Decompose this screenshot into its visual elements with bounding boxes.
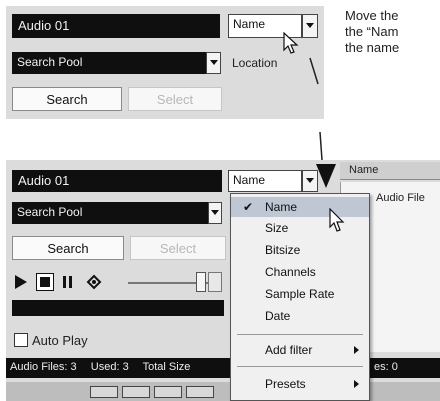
autoplay-checkbox[interactable] <box>14 333 28 347</box>
menu-item-name[interactable]: ✔ Name <box>231 197 369 217</box>
top-pool-select-arrow[interactable] <box>206 52 221 74</box>
bottom-toolbar-strip <box>6 382 440 401</box>
menu-item-label: Sample Rate <box>265 287 335 301</box>
menu-separator <box>237 366 363 367</box>
top-select-button[interactable]: Select <box>128 87 222 111</box>
progress-display <box>12 300 224 316</box>
menu-item-sample-rate[interactable]: Sample Rate <box>231 284 369 304</box>
menu-item-date[interactable]: Date <box>231 306 369 326</box>
toolbar-widget-1[interactable] <box>90 386 118 398</box>
volume-slider-end <box>208 272 222 292</box>
bottom-pool-select[interactable]: Search Pool <box>12 202 208 224</box>
bottom-select-button[interactable]: Select <box>130 236 226 260</box>
callout-arrow-icon <box>316 164 336 188</box>
chevron-down-icon <box>306 178 314 183</box>
chevron-down-icon <box>306 23 314 28</box>
toolbar-widget-4[interactable] <box>186 386 214 398</box>
menu-item-label: Date <box>265 309 291 323</box>
bottom-search-button[interactable]: Search <box>12 236 124 260</box>
top-column-select-arrow[interactable] <box>302 14 318 38</box>
results-audio-file-header: Audio File <box>376 192 425 204</box>
menu-item-bitsize[interactable]: Bitsize <box>231 240 369 260</box>
top-name-field[interactable]: Audio 01 <box>12 14 220 38</box>
caption-line-1: Move the <box>345 8 399 23</box>
menu-item-label: Bitsize <box>265 243 301 257</box>
menu-item-label: Size <box>265 221 289 235</box>
status-used: Used: 3 <box>90 361 129 373</box>
bottom-column-select[interactable]: Name <box>228 170 302 192</box>
stop-icon[interactable] <box>36 273 54 291</box>
submenu-arrow-icon <box>354 346 359 354</box>
caption-line-3: the name <box>345 40 400 55</box>
menu-item-label: Channels <box>265 265 316 279</box>
bottom-name-field[interactable]: Audio 01 <box>12 170 222 192</box>
submenu-arrow-icon <box>354 380 359 388</box>
top-search-button[interactable]: Search <box>12 87 122 111</box>
menu-item-label: Add filter <box>265 343 313 357</box>
toolbar-widget-3[interactable] <box>154 386 182 398</box>
menu-item-label: Name <box>265 200 298 214</box>
menu-item-add-filter[interactable]: Add filter <box>231 340 369 360</box>
toolbar-widget-2[interactable] <box>122 386 150 398</box>
mouse-pointer-icon <box>329 208 345 232</box>
chevron-down-icon <box>209 60 218 65</box>
autoplay-label: Auto Play <box>32 333 88 348</box>
menu-item-size[interactable]: Size <box>231 218 369 238</box>
status-audio-files: Audio Files: 3 <box>10 361 77 373</box>
location-label: Location <box>232 56 278 70</box>
menu-item-presets[interactable]: Presets <box>231 374 369 394</box>
pause-icon[interactable] <box>62 275 74 289</box>
volume-slider-handle[interactable] <box>196 272 206 292</box>
caption-line-2: the “Nam <box>345 24 399 39</box>
status-total-size: Total Size <box>142 361 191 373</box>
check-icon: ✔ <box>243 200 254 214</box>
results-name-header[interactable]: Name <box>349 164 378 176</box>
menu-separator <box>237 334 363 335</box>
play-icon[interactable] <box>14 274 28 290</box>
chevron-down-icon <box>211 210 219 215</box>
loop-icon[interactable] <box>86 274 102 290</box>
bottom-pool-select-arrow[interactable] <box>208 202 222 224</box>
status-tail: es: 0 <box>374 361 398 373</box>
column-dropdown-menu: ✔ Name Size Bitsize Channels Sample Rate… <box>230 193 370 401</box>
top-pool-select[interactable]: Search Pool <box>12 52 206 74</box>
menu-item-label: Presets <box>265 377 306 391</box>
menu-item-channels[interactable]: Channels <box>231 262 369 282</box>
